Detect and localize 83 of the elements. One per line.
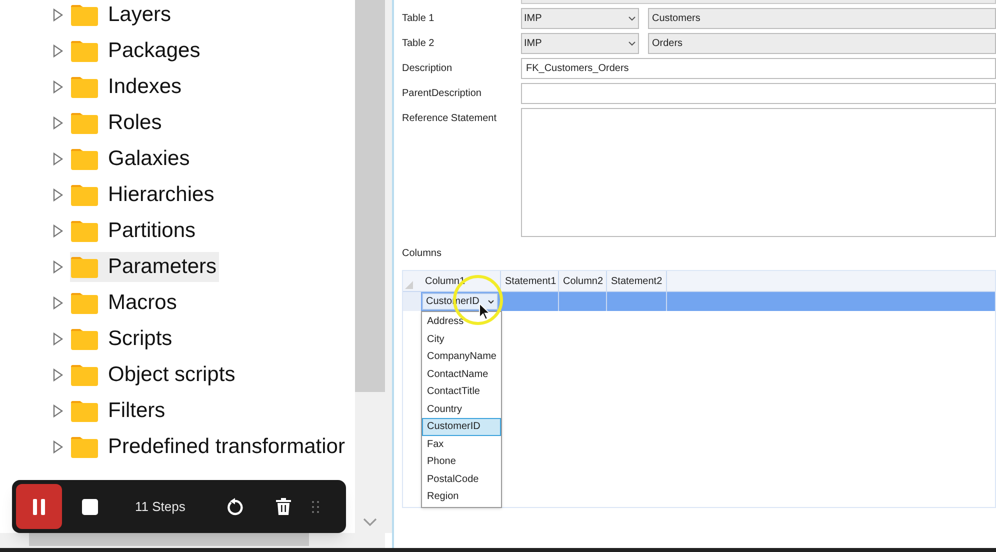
dropdown-option[interactable]: Fax bbox=[422, 436, 501, 453]
section-label: Columns bbox=[402, 247, 442, 261]
restart-icon bbox=[226, 498, 244, 516]
scrollbar-thumb[interactable] bbox=[29, 533, 309, 546]
field-label: Description bbox=[402, 62, 454, 76]
text-field[interactable]: FK_Customers_Orders bbox=[521, 58, 996, 79]
trash-icon bbox=[276, 498, 291, 515]
expand-arrow-icon[interactable] bbox=[52, 152, 64, 166]
folder-icon bbox=[70, 219, 99, 243]
expand-arrow-icon[interactable] bbox=[52, 116, 64, 130]
chevron-down-icon bbox=[628, 16, 636, 21]
stop-button[interactable] bbox=[80, 496, 100, 516]
scroll-down-icon[interactable] bbox=[362, 517, 378, 527]
folder-icon bbox=[70, 255, 99, 279]
dropdown-option[interactable]: Country bbox=[422, 400, 501, 418]
expand-arrow-icon[interactable] bbox=[52, 224, 64, 238]
restart-button[interactable] bbox=[225, 496, 246, 516]
folder-icon bbox=[70, 183, 99, 207]
drag-handle-icon[interactable] bbox=[312, 500, 320, 512]
column-header[interactable]: Column2 bbox=[559, 271, 607, 291]
tree-item[interactable]: Roles bbox=[70, 108, 164, 138]
step-count: 11 Steps bbox=[135, 498, 186, 516]
folder-icon bbox=[70, 291, 99, 315]
expand-arrow-icon[interactable] bbox=[52, 440, 64, 454]
expand-arrow-icon[interactable] bbox=[52, 332, 64, 346]
folder-icon bbox=[70, 39, 99, 63]
tree-item[interactable]: Packages bbox=[70, 36, 202, 66]
dropdown-option[interactable]: ContactTitle bbox=[422, 383, 501, 400]
tree-item[interactable]: Macros bbox=[70, 288, 179, 318]
column-header[interactable]: Statement2 bbox=[607, 271, 667, 291]
expand-arrow-icon[interactable] bbox=[52, 260, 64, 274]
dropdown-option[interactable]: City bbox=[422, 330, 501, 348]
tree-item[interactable]: Layers bbox=[70, 0, 174, 30]
expand-arrow-icon[interactable] bbox=[52, 296, 64, 310]
dropdown-option[interactable]: ContactName bbox=[422, 366, 501, 383]
tree-item[interactable]: Filters bbox=[70, 396, 168, 426]
schema-dropdown[interactable]: IMP bbox=[521, 33, 639, 54]
text-field[interactable] bbox=[521, 0, 996, 4]
delete-button[interactable] bbox=[274, 496, 292, 516]
tree-item[interactable]: Parameters bbox=[70, 252, 219, 282]
folder-icon bbox=[70, 435, 99, 459]
chevron-down-icon bbox=[488, 300, 494, 304]
dropdown-option[interactable]: CompanyName bbox=[422, 348, 501, 366]
tree-item[interactable]: Scripts bbox=[70, 324, 174, 354]
dropdown-option[interactable]: PostalCode bbox=[422, 470, 501, 488]
field-label: Table 2 bbox=[402, 37, 436, 51]
tree-item[interactable]: Partitions bbox=[70, 216, 198, 246]
expand-arrow-icon[interactable] bbox=[52, 44, 64, 58]
text-field[interactable] bbox=[521, 83, 996, 104]
tree-item[interactable]: Galaxies bbox=[70, 144, 192, 174]
pause-icon bbox=[32, 498, 46, 516]
stop-icon bbox=[82, 498, 98, 514]
schema-dropdown[interactable]: IMP bbox=[521, 8, 639, 29]
expand-arrow-icon[interactable] bbox=[52, 368, 64, 382]
pause-button[interactable] bbox=[16, 484, 62, 529]
vertical-scrollbar[interactable] bbox=[355, 0, 392, 533]
folder-icon bbox=[70, 327, 99, 351]
expand-arrow-icon[interactable] bbox=[52, 80, 64, 94]
dropdown-option[interactable]: CustomerID bbox=[422, 418, 501, 436]
field-label: Table 1 bbox=[402, 12, 436, 26]
field-label: ParentDescription bbox=[402, 87, 482, 101]
horizontal-scrollbar[interactable] bbox=[0, 533, 385, 548]
scrollbar-thumb[interactable] bbox=[355, 0, 385, 392]
tree-item[interactable]: Object scripts bbox=[70, 360, 238, 390]
table-dropdown[interactable]: Customers bbox=[648, 8, 996, 29]
field-label: Reference Statement bbox=[402, 112, 498, 126]
folder-icon bbox=[70, 147, 99, 171]
column-header[interactable]: Statement1 bbox=[501, 271, 559, 291]
expand-arrow-icon[interactable] bbox=[52, 188, 64, 202]
tree-item[interactable]: Hierarchies bbox=[70, 180, 216, 210]
dropdown-option[interactable]: Region bbox=[422, 488, 501, 506]
folder-icon bbox=[70, 111, 99, 135]
chevron-down-icon bbox=[628, 41, 636, 46]
table-dropdown[interactable]: Orders bbox=[648, 33, 996, 54]
expand-arrow-icon[interactable] bbox=[52, 404, 64, 418]
expand-arrow-icon[interactable] bbox=[52, 8, 64, 22]
folder-icon bbox=[70, 75, 99, 99]
dropdown-option[interactable]: Phone bbox=[422, 453, 501, 470]
folder-icon bbox=[70, 363, 99, 387]
tree-item[interactable]: Indexes bbox=[70, 72, 184, 102]
tree-item[interactable]: Predefined transformatior bbox=[70, 432, 347, 462]
folder-icon bbox=[70, 3, 99, 27]
folder-icon bbox=[70, 399, 99, 423]
